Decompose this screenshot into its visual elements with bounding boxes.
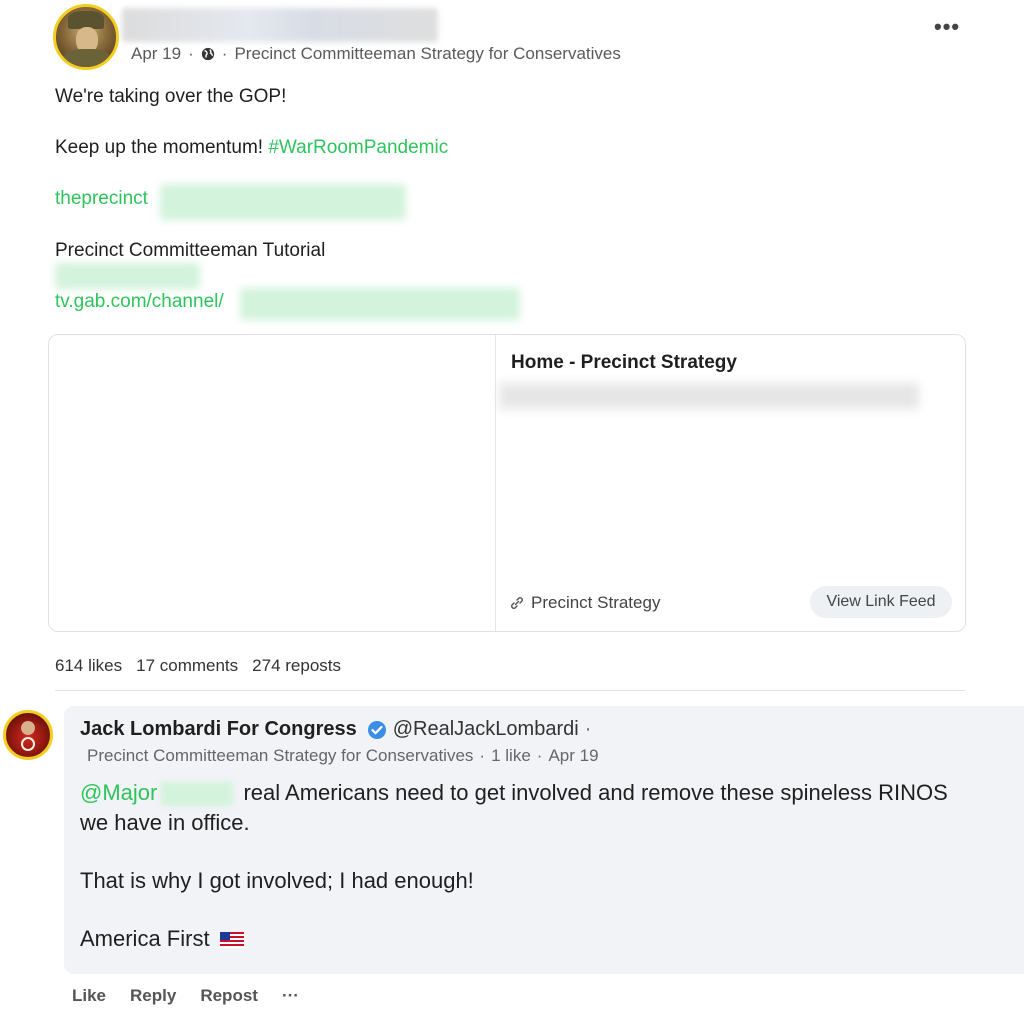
verified-badge-icon (367, 720, 386, 739)
reply-text-4: America First (80, 926, 210, 951)
post-meta: Apr 19 · · Precinct Committeeman Strateg… (131, 44, 621, 64)
author-avatar[interactable] (53, 4, 119, 70)
like-button[interactable]: Like (72, 986, 106, 1006)
precinct-link[interactable]: theprecinct (55, 188, 148, 210)
reply-line-3: That is why I got involved; I had enough… (80, 868, 474, 893)
post-group-link[interactable]: Precinct Committeeman Strategy for Conse… (234, 44, 620, 64)
post-line-2-text: Keep up the momentum! (55, 137, 264, 158)
gab-channel-link[interactable]: tv.gab.com/channel/ (55, 291, 224, 313)
reply-likes[interactable]: 1 like (491, 746, 531, 765)
mention-redacted (161, 782, 234, 807)
gab-channel-redacted (240, 288, 520, 320)
reply-button[interactable]: Reply (130, 986, 176, 1006)
reply-line-4: America First (80, 926, 244, 952)
card-link[interactable]: Precinct Strategy (509, 593, 660, 613)
more-actions-icon[interactable]: ··· (282, 986, 299, 1006)
more-options-icon[interactable]: ••• (934, 14, 960, 40)
us-flag-icon (219, 932, 244, 949)
reply-group-link[interactable]: Precinct Committeeman Strategy for Conse… (87, 746, 473, 765)
reply-text-1: real Americans need to get involved and … (243, 780, 948, 805)
post-date[interactable]: Apr 19 (131, 44, 181, 64)
meta-separator: · (221, 44, 228, 63)
reply-author-name[interactable]: Jack Lombardi For Congress (80, 718, 357, 741)
reply-author-avatar[interactable] (3, 710, 53, 760)
reply-line-2: we have in office. (80, 810, 250, 835)
reply-author-handle[interactable]: @RealJackLombardi (393, 718, 579, 741)
post-line-1: We're taking over the GOP! (55, 86, 287, 107)
link-icon (511, 597, 523, 609)
link-preview-card[interactable]: Home - Precinct Strategy Precinct Strate… (48, 334, 966, 632)
post-line-2: Keep up the momentum! #WarRoomPandemic (55, 137, 448, 159)
reply-actions: Like Reply Repost ··· (72, 986, 299, 1006)
card-link-label: Precinct Strategy (531, 593, 661, 612)
reply-comment: Jack Lombardi For Congress @RealJackLomb… (64, 706, 1024, 974)
card-title[interactable]: Home - Precinct Strategy (511, 352, 737, 374)
tutorial-redacted (55, 263, 200, 289)
post: Apr 19 · · Precinct Committeeman Strateg… (0, 0, 1024, 691)
comments-count[interactable]: 17 comments (136, 656, 238, 676)
avatar-head (21, 721, 35, 735)
globe-icon (201, 47, 214, 61)
avatar-body (62, 49, 112, 67)
divider (55, 690, 965, 691)
precinct-link-redacted (160, 184, 406, 220)
view-link-feed-button[interactable]: View Link Feed (810, 586, 952, 618)
meta-separator: · (188, 44, 194, 63)
reply-line-1: @Major real Americans need to get involv… (80, 780, 948, 807)
likes-count[interactable]: 614 likes (55, 656, 122, 676)
handle-separator: · (584, 718, 592, 740)
repost-button[interactable]: Repost (200, 986, 258, 1006)
author-name-redacted (122, 8, 438, 42)
reply-date[interactable]: Apr 19 (548, 746, 598, 765)
post-stats: 614 likes 17 comments 274 reposts (55, 656, 341, 676)
reply-meta: Precinct Committeeman Strategy for Conse… (87, 746, 599, 766)
reposts-count[interactable]: 274 reposts (252, 656, 341, 676)
reply-header: Jack Lombardi For Congress @RealJackLomb… (80, 718, 591, 741)
meta-separator: · (536, 746, 543, 765)
meta-separator: · (479, 746, 486, 765)
mention-link[interactable]: @Major (80, 780, 157, 805)
hashtag-link[interactable]: #WarRoomPandemic (268, 137, 448, 158)
avatar-badge (21, 737, 35, 751)
card-divider (495, 335, 496, 631)
tutorial-heading: Precinct Committeeman Tutorial (55, 240, 326, 261)
card-description-redacted (499, 383, 919, 409)
